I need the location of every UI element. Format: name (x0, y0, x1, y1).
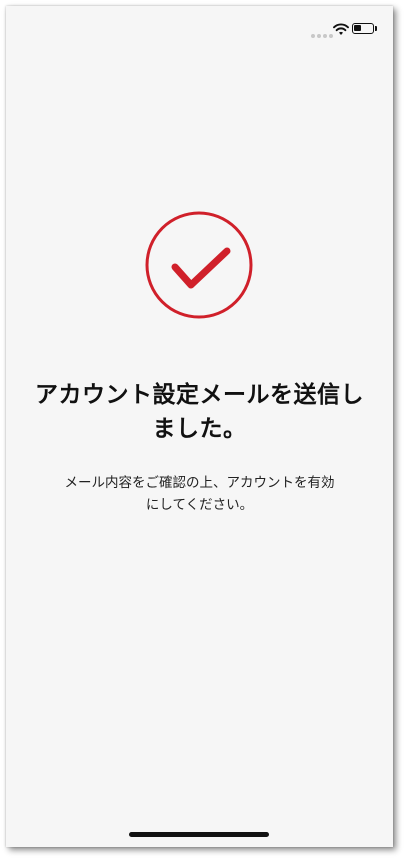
battery-level (354, 25, 361, 31)
phone-screen: アカウント設定メールを送信しました。 メール内容をご確認の上、アカウントを有効に… (6, 6, 393, 847)
confirmation-message: メール内容をご確認の上、アカウントを有効にしてください。 (64, 475, 335, 513)
status-bar (6, 6, 393, 50)
home-indicator[interactable] (129, 832, 269, 837)
battery-icon (352, 23, 374, 34)
page-title: アカウント設定メールを送信しました。 (35, 382, 364, 442)
checkmark-circle-icon (145, 211, 253, 319)
battery-cap (375, 26, 377, 31)
wifi-icon (333, 23, 349, 35)
signal-icon (311, 34, 333, 38)
